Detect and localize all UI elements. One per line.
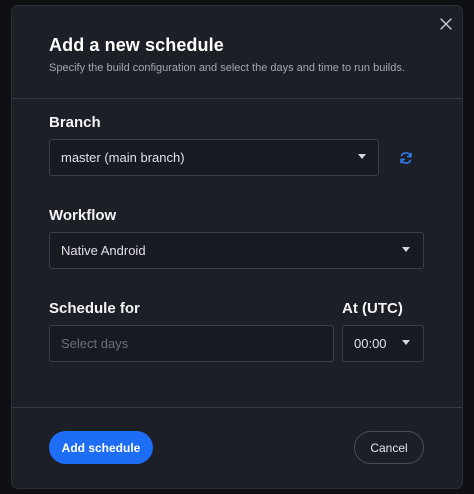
workflow-select[interactable]: Native Android xyxy=(49,232,424,269)
dialog-header: Add a new schedule Specify the build con… xyxy=(12,6,462,98)
add-schedule-button[interactable]: Add schedule xyxy=(49,431,153,464)
chevron-down-icon xyxy=(402,247,410,252)
time-select-value: 00:00 xyxy=(354,336,387,351)
time-label: At (UTC) xyxy=(342,300,403,317)
chevron-down-icon xyxy=(358,154,366,159)
workflow-select-value: Native Android xyxy=(61,243,146,258)
dialog-title: Add a new schedule xyxy=(49,35,224,55)
dialog-footer: Add schedule Cancel xyxy=(12,408,462,488)
time-select[interactable]: 00:00 xyxy=(342,325,424,362)
branch-select-value: master (main branch) xyxy=(61,150,185,165)
chevron-down-icon xyxy=(402,340,410,345)
refresh-branches-button[interactable] xyxy=(398,150,414,166)
schedule-label: Schedule for xyxy=(49,300,140,317)
header-divider xyxy=(12,98,462,99)
branch-label: Branch xyxy=(49,114,101,131)
days-select-placeholder: Select days xyxy=(61,336,129,351)
refresh-icon xyxy=(400,152,412,164)
dialog-subtitle: Specify the build configuration and sele… xyxy=(49,62,405,74)
cancel-button[interactable]: Cancel xyxy=(354,431,424,464)
branch-select[interactable]: master (main branch) xyxy=(49,139,379,176)
days-select-input[interactable]: Select days xyxy=(49,325,334,362)
workflow-label: Workflow xyxy=(49,207,117,224)
add-schedule-dialog: Add a new schedule Specify the build con… xyxy=(12,6,462,488)
